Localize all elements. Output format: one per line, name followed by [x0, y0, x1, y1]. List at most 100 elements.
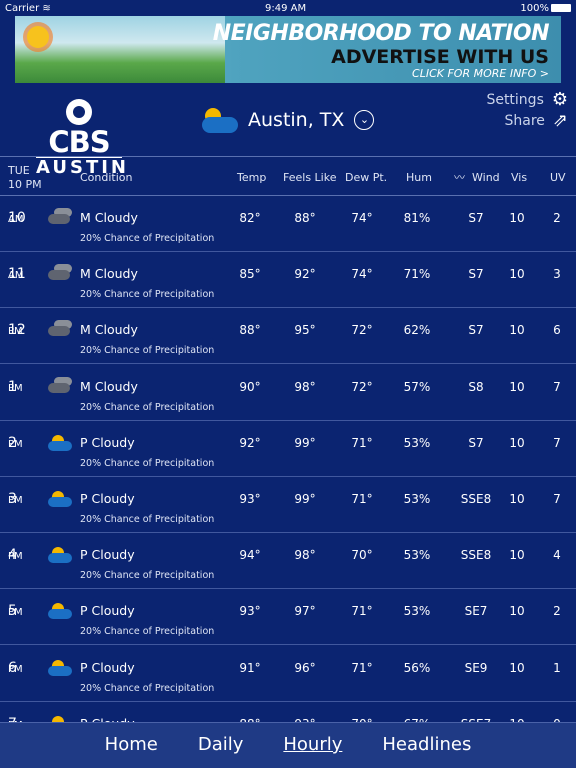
precip-chance: 20% Chance of Precipitation [80, 514, 215, 525]
feels-value: 98° [294, 379, 316, 394]
hour-label: 11 AM [8, 266, 26, 283]
hourly-row[interactable]: 5 PM P Cloudy 20% Chance of Precipitation 93… [0, 589, 576, 646]
temp-value: 91° [239, 660, 261, 675]
wind-value: S7 [468, 267, 484, 282]
feels-value: 96° [294, 660, 316, 675]
partly-cloudy-icon [46, 489, 74, 507]
partly-cloudy-icon [200, 104, 238, 136]
precip-chance: 20% Chance of Precipitation [80, 682, 215, 694]
settings-button[interactable]: Settings ⚙ [486, 89, 568, 110]
uv-value: 7 [553, 379, 561, 394]
vis-value: 10 [509, 492, 525, 506]
nav-home[interactable]: Home [105, 723, 158, 768]
vis-value: 10 [509, 435, 525, 450]
uv-value: 4 [553, 548, 561, 563]
precip-chance: 20% Chance of Precipitation [80, 401, 215, 413]
uv-value: 2 [553, 211, 561, 225]
temp-value: 85° [239, 267, 261, 282]
condition: M Cloudy [80, 378, 138, 394]
dew-value: 71° [351, 604, 373, 619]
feels-value: 98° [294, 548, 316, 563]
hum-value: 71% [403, 267, 431, 282]
hum-value: 53% [403, 435, 431, 450]
wind-value: S7 [468, 435, 484, 450]
nav-hourly[interactable]: Hourly [283, 723, 342, 768]
dew-value: 74° [351, 211, 373, 225]
precip-chance: 20% Chance of Precipitation [80, 233, 215, 244]
temp-value: 90° [239, 379, 261, 394]
dew-value: 71° [351, 660, 373, 675]
temp-value: 93° [239, 492, 261, 506]
feels-value: 95° [294, 323, 316, 338]
uv-value: 2 [553, 604, 561, 619]
condition: P Cloudy [80, 491, 135, 506]
hour-label: 5 PM [8, 603, 23, 620]
temp-value: 88° [239, 323, 261, 338]
partly-cloudy-icon [46, 658, 74, 676]
share-icon: ⇗ [552, 110, 568, 131]
temp-value: 92° [239, 435, 261, 450]
vis-value: 10 [509, 379, 525, 394]
dew-value: 70° [351, 548, 373, 563]
nav-headlines[interactable]: Headlines [382, 723, 471, 768]
share-button[interactable]: Share ⇗ [505, 110, 569, 131]
feels-value: 92° [294, 267, 316, 282]
partly-cloudy-icon [46, 545, 74, 564]
gear-icon: ⚙ [551, 89, 568, 110]
location-selector[interactable]: Austin, TX ⌄ [200, 104, 375, 136]
ad-banner[interactable]: NEIGHBORHOOD TO NATION ADVERTISE WITH US… [15, 16, 561, 83]
hour-label: 6 PM [8, 659, 23, 676]
vis-value: 10 [509, 548, 525, 563]
hour-label: 10 AM [8, 210, 26, 226]
dew-value: 71° [351, 435, 373, 450]
condition: M Cloudy [80, 210, 138, 225]
cbs-eye-icon [65, 99, 92, 125]
dew-value: 74° [351, 267, 373, 282]
hum-value: 53% [403, 492, 431, 506]
vis-value: 10 [509, 660, 525, 675]
condition: P Cloudy [80, 659, 135, 675]
feels-value: 99° [294, 435, 316, 450]
hum-value: 81% [403, 211, 431, 225]
partly-cloudy-icon [46, 601, 74, 620]
carrier: Carrier ≋ [5, 2, 51, 14]
hour-label: 2 PM [8, 434, 23, 451]
uv-value: 1 [553, 660, 561, 675]
chevron-down-icon[interactable]: ⌄ [354, 110, 375, 130]
hourly-row[interactable]: 6 PM P Cloudy 20% Chance of Precipitation 91… [0, 646, 576, 702]
feels-value: 88° [294, 211, 316, 225]
vis-value: 10 [509, 604, 525, 619]
wind-value: S7 [468, 211, 484, 225]
hum-value: 53% [403, 548, 431, 563]
condition: P Cloudy [80, 603, 135, 619]
vis-value: 10 [509, 323, 525, 338]
bottom-nav: Home Daily Hourly Headlines [0, 722, 576, 768]
clock: 9:49 AM [265, 2, 307, 14]
nav-daily[interactable]: Daily [198, 723, 244, 768]
hourly-row[interactable]: 1 PM M Cloudy 20% Chance of Precipitation 90… [0, 365, 576, 421]
status-bar: Carrier ≋ 9:49 AM 100% [0, 0, 576, 16]
hourly-row[interactable]: 3 PM P Cloudy 20% Chance of Precipitation 93… [0, 477, 576, 533]
hourly-row[interactable]: 4 PM P Cloudy 20% Chance of Precipitation 94… [0, 533, 576, 590]
mostly-cloudy-icon [46, 264, 74, 282]
hour-label: 1 PM [8, 378, 23, 395]
dew-value: 71° [351, 492, 373, 506]
mostly-cloudy-icon [46, 320, 74, 338]
dew-value: 72° [351, 323, 373, 338]
vis-value: 10 [509, 267, 525, 282]
condition: P Cloudy [80, 547, 135, 563]
hourly-row[interactable]: 11 AM M Cloudy 20% Chance of Precipitation 8… [0, 252, 576, 309]
hum-value: 62% [403, 323, 431, 338]
ad-cta: CLICK FOR MORE INFO > [412, 67, 549, 80]
hourly-row[interactable]: 10 AM M Cloudy 20% Chance of Precipitation 8… [0, 196, 576, 252]
uv-value: 7 [553, 435, 561, 450]
hum-value: 57% [403, 379, 431, 394]
sun-icon [27, 26, 49, 48]
precip-chance: 20% Chance of Precipitation [80, 457, 215, 469]
hourly-row[interactable]: 2 PM P Cloudy 20% Chance of Precipitation 92… [0, 421, 576, 477]
battery-icon [551, 3, 571, 12]
hourly-row[interactable]: 12 PM M Cloudy 20% Chance of Precipitation 8… [0, 308, 576, 365]
temp-value: 93° [239, 604, 261, 619]
hum-value: 53% [403, 604, 431, 619]
temp-value: 82° [239, 211, 261, 225]
